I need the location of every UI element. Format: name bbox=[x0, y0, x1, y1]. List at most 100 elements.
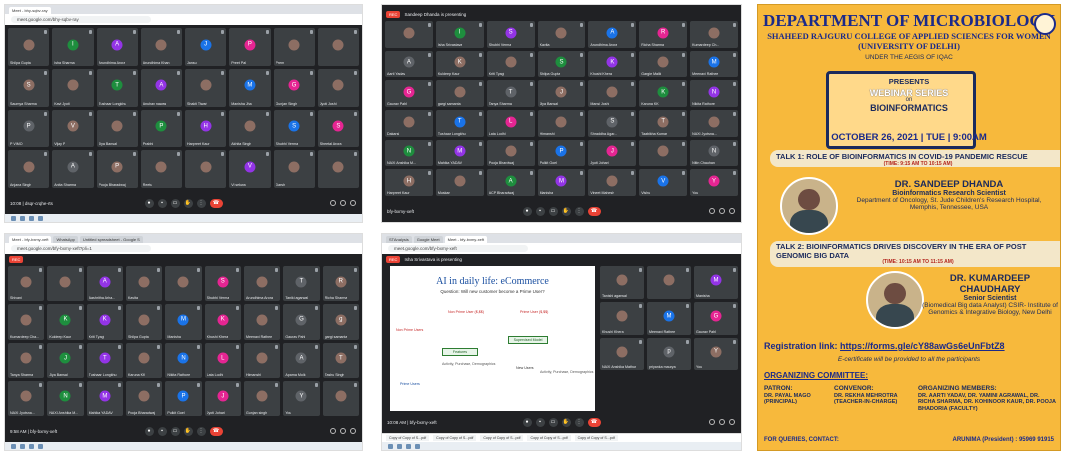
participant-tile[interactable]: Vineet Mahesh bbox=[588, 169, 637, 196]
search-icon[interactable] bbox=[20, 215, 25, 221]
participant-tile[interactable]: A ACP Bharadwaj bbox=[486, 169, 535, 196]
participant-tile[interactable]: G Gaurav Pahl bbox=[385, 80, 433, 107]
participant-tile[interactable]: Pooja Bharadwaj bbox=[125, 380, 163, 416]
participant-tile[interactable]: N Nikita Rathore bbox=[165, 342, 202, 378]
camera-button[interactable]: ▪ bbox=[535, 206, 545, 216]
participant-tile[interactable]: A Anita Sharma bbox=[52, 150, 94, 188]
participant-tile[interactable] bbox=[322, 380, 359, 416]
participant-tile[interactable]: M Meenaxi Rathee bbox=[690, 50, 738, 78]
participant-tile[interactable]: Kumardeep Cha... bbox=[8, 304, 45, 340]
participant-tile[interactable]: M Manisha bbox=[537, 169, 586, 196]
participant-tile[interactable]: J Jyoti Johari bbox=[588, 139, 637, 167]
participant-tile[interactable]: L Lata Lodhi bbox=[204, 342, 241, 378]
participant-tile[interactable]: M Mahika YADAV bbox=[86, 380, 123, 416]
participant-tile[interactable]: Jiya Bansal bbox=[96, 109, 138, 148]
participant-tile[interactable]: Gargie Malik bbox=[639, 50, 688, 78]
participant-tile[interactable]: Y You bbox=[694, 337, 738, 371]
participant-tile[interactable]: G Gaurav Pahl bbox=[694, 301, 738, 335]
chrome-icon[interactable] bbox=[406, 443, 411, 449]
participant-tile[interactable]: Arundhima Arora bbox=[243, 266, 281, 302]
browser-tab[interactable]: STAnalysis bbox=[386, 236, 412, 243]
download-item[interactable]: Copy of Copy of S...pdf bbox=[480, 435, 524, 441]
raise-hand-button[interactable]: ✋ bbox=[183, 198, 193, 208]
participant-tile[interactable]: g gargi samanta bbox=[322, 304, 359, 340]
participant-tile[interactable]: A Aashritha Arha... bbox=[86, 266, 123, 302]
folder-icon[interactable] bbox=[38, 215, 43, 221]
search-icon[interactable] bbox=[20, 443, 25, 449]
participant-tile[interactable]: N NAXI Anshika M... bbox=[385, 139, 433, 167]
participant-tile[interactable]: Darsh bbox=[273, 150, 315, 188]
browser-tab[interactable]: Meet - bfy-bxmy-xeft bbox=[444, 236, 488, 243]
participant-tile[interactable]: A Aarti Yadav bbox=[385, 50, 433, 78]
participant-tile[interactable]: G Gaurav Pahl bbox=[283, 304, 320, 340]
participant-tile[interactable]: P Pulkit Goel bbox=[165, 380, 202, 416]
camera-button[interactable]: ▪ bbox=[157, 198, 167, 208]
participant-tile[interactable]: Shilpa Gupta bbox=[125, 304, 163, 340]
participant-tile[interactable]: P Prabhi bbox=[140, 109, 182, 148]
participant-tile[interactable] bbox=[647, 266, 691, 299]
participant-tile[interactable]: Muskan bbox=[435, 169, 484, 196]
participant-tile[interactable]: P P VIMO bbox=[8, 109, 50, 148]
browser-tab[interactable]: WhatsApp bbox=[53, 236, 78, 243]
folder-icon[interactable] bbox=[38, 443, 43, 449]
participant-tile[interactable]: P Pooja Bharadwaj bbox=[96, 150, 138, 188]
address-bar[interactable]: meet.google.com/bhy-sqbv-ray bbox=[11, 16, 151, 23]
raise-hand-button[interactable]: ✋ bbox=[561, 417, 571, 427]
participant-tile[interactable]: T Tushaar Longkhu bbox=[435, 109, 484, 137]
participant-tile[interactable]: N Nitin Chauhan bbox=[690, 139, 738, 167]
participant-tile[interactable]: S Shubhi Verma bbox=[204, 266, 241, 302]
more-button[interactable]: ⋮ bbox=[196, 198, 206, 208]
participant-tile[interactable]: Shivani bbox=[8, 266, 45, 302]
participant-tile[interactable] bbox=[317, 28, 359, 66]
participant-tile[interactable]: M Manisha Jha bbox=[229, 68, 271, 107]
chat-icon[interactable] bbox=[350, 428, 356, 434]
participant-tile[interactable] bbox=[385, 21, 433, 48]
participant-tile[interactable]: P Pulkit Goel bbox=[537, 139, 586, 167]
participant-tile[interactable] bbox=[317, 150, 359, 188]
participant-tile[interactable]: L Lata Lodhi bbox=[486, 109, 535, 137]
participant-tile[interactable]: A Arundhima Arora bbox=[588, 21, 637, 48]
browser-tab[interactable]: Untitled spreadsheet - Google S bbox=[79, 236, 143, 243]
participant-tile[interactable]: R Richa Sharma bbox=[322, 266, 359, 302]
participant-tile[interactable]: Kriti Tyagi bbox=[486, 50, 535, 78]
mic-button[interactable]: ● bbox=[144, 426, 154, 436]
participant-tile[interactable] bbox=[185, 150, 227, 188]
participant-tile[interactable]: T Tushaar Longkhu bbox=[96, 68, 138, 107]
people-icon[interactable] bbox=[719, 419, 725, 425]
mic-button[interactable]: ● bbox=[144, 198, 154, 208]
participant-tile[interactable]: Tanya Sharma bbox=[8, 342, 45, 378]
participant-tile[interactable]: J Jiya Bansal bbox=[537, 80, 586, 107]
participant-tile[interactable]: T Tanya Sharma bbox=[486, 80, 535, 107]
participant-tile[interactable]: N Nikita Rathore bbox=[690, 80, 738, 107]
participant-tile[interactable]: K Kuldeep Kaur bbox=[435, 50, 484, 78]
participant-tile[interactable]: Anjana Singh bbox=[8, 150, 50, 188]
participant-tile[interactable]: p priyanka maurya bbox=[647, 337, 691, 371]
end-call-button[interactable]: ☎ bbox=[209, 198, 223, 208]
participant-tile[interactable]: K Karuna KK bbox=[639, 80, 688, 107]
start-icon[interactable] bbox=[388, 443, 393, 449]
participant-tile[interactable]: Meenaxi Rathee bbox=[243, 304, 281, 340]
chrome-icon[interactable] bbox=[29, 443, 34, 449]
participant-tile[interactable]: I Isha Srivastava bbox=[435, 21, 484, 48]
participant-tile[interactable]: T Tashu Singh bbox=[322, 342, 359, 378]
participant-tile[interactable]: Y You bbox=[690, 169, 738, 196]
registration-link[interactable]: https://forms.gle/cY88awGs6eUnFbtZ8 bbox=[840, 341, 1005, 351]
participant-tile[interactable]: Akhita Singh bbox=[229, 109, 271, 148]
participant-tile[interactable]: Shakti Tiwari bbox=[185, 68, 227, 107]
participant-tile[interactable]: K Kriti Tyagi bbox=[86, 304, 123, 340]
participant-tile[interactable]: G Gunjan Singh bbox=[273, 68, 315, 107]
participant-tile[interactable]: Shilpa Gupta bbox=[8, 28, 50, 66]
folder-icon[interactable] bbox=[415, 443, 420, 449]
people-icon[interactable] bbox=[340, 200, 346, 206]
chrome-icon[interactable] bbox=[29, 215, 34, 221]
participant-tile[interactable]: T Tushaar Longkhu bbox=[86, 342, 123, 378]
end-call-button[interactable]: ☎ bbox=[587, 206, 601, 216]
start-icon[interactable] bbox=[11, 443, 16, 449]
participant-tile[interactable]: S Shubhi Verma bbox=[273, 109, 315, 148]
participant-tile[interactable]: Dakarsi bbox=[385, 109, 433, 137]
participant-tile[interactable]: H Harpreet Kaur bbox=[185, 109, 227, 148]
participant-tile[interactable]: Himanshi bbox=[537, 109, 586, 137]
participant-tile[interactable]: M Manisha bbox=[165, 304, 202, 340]
captions-button[interactable]: ▭ bbox=[170, 198, 180, 208]
download-item[interactable]: Copy of Copy of S...pdf bbox=[386, 435, 430, 441]
